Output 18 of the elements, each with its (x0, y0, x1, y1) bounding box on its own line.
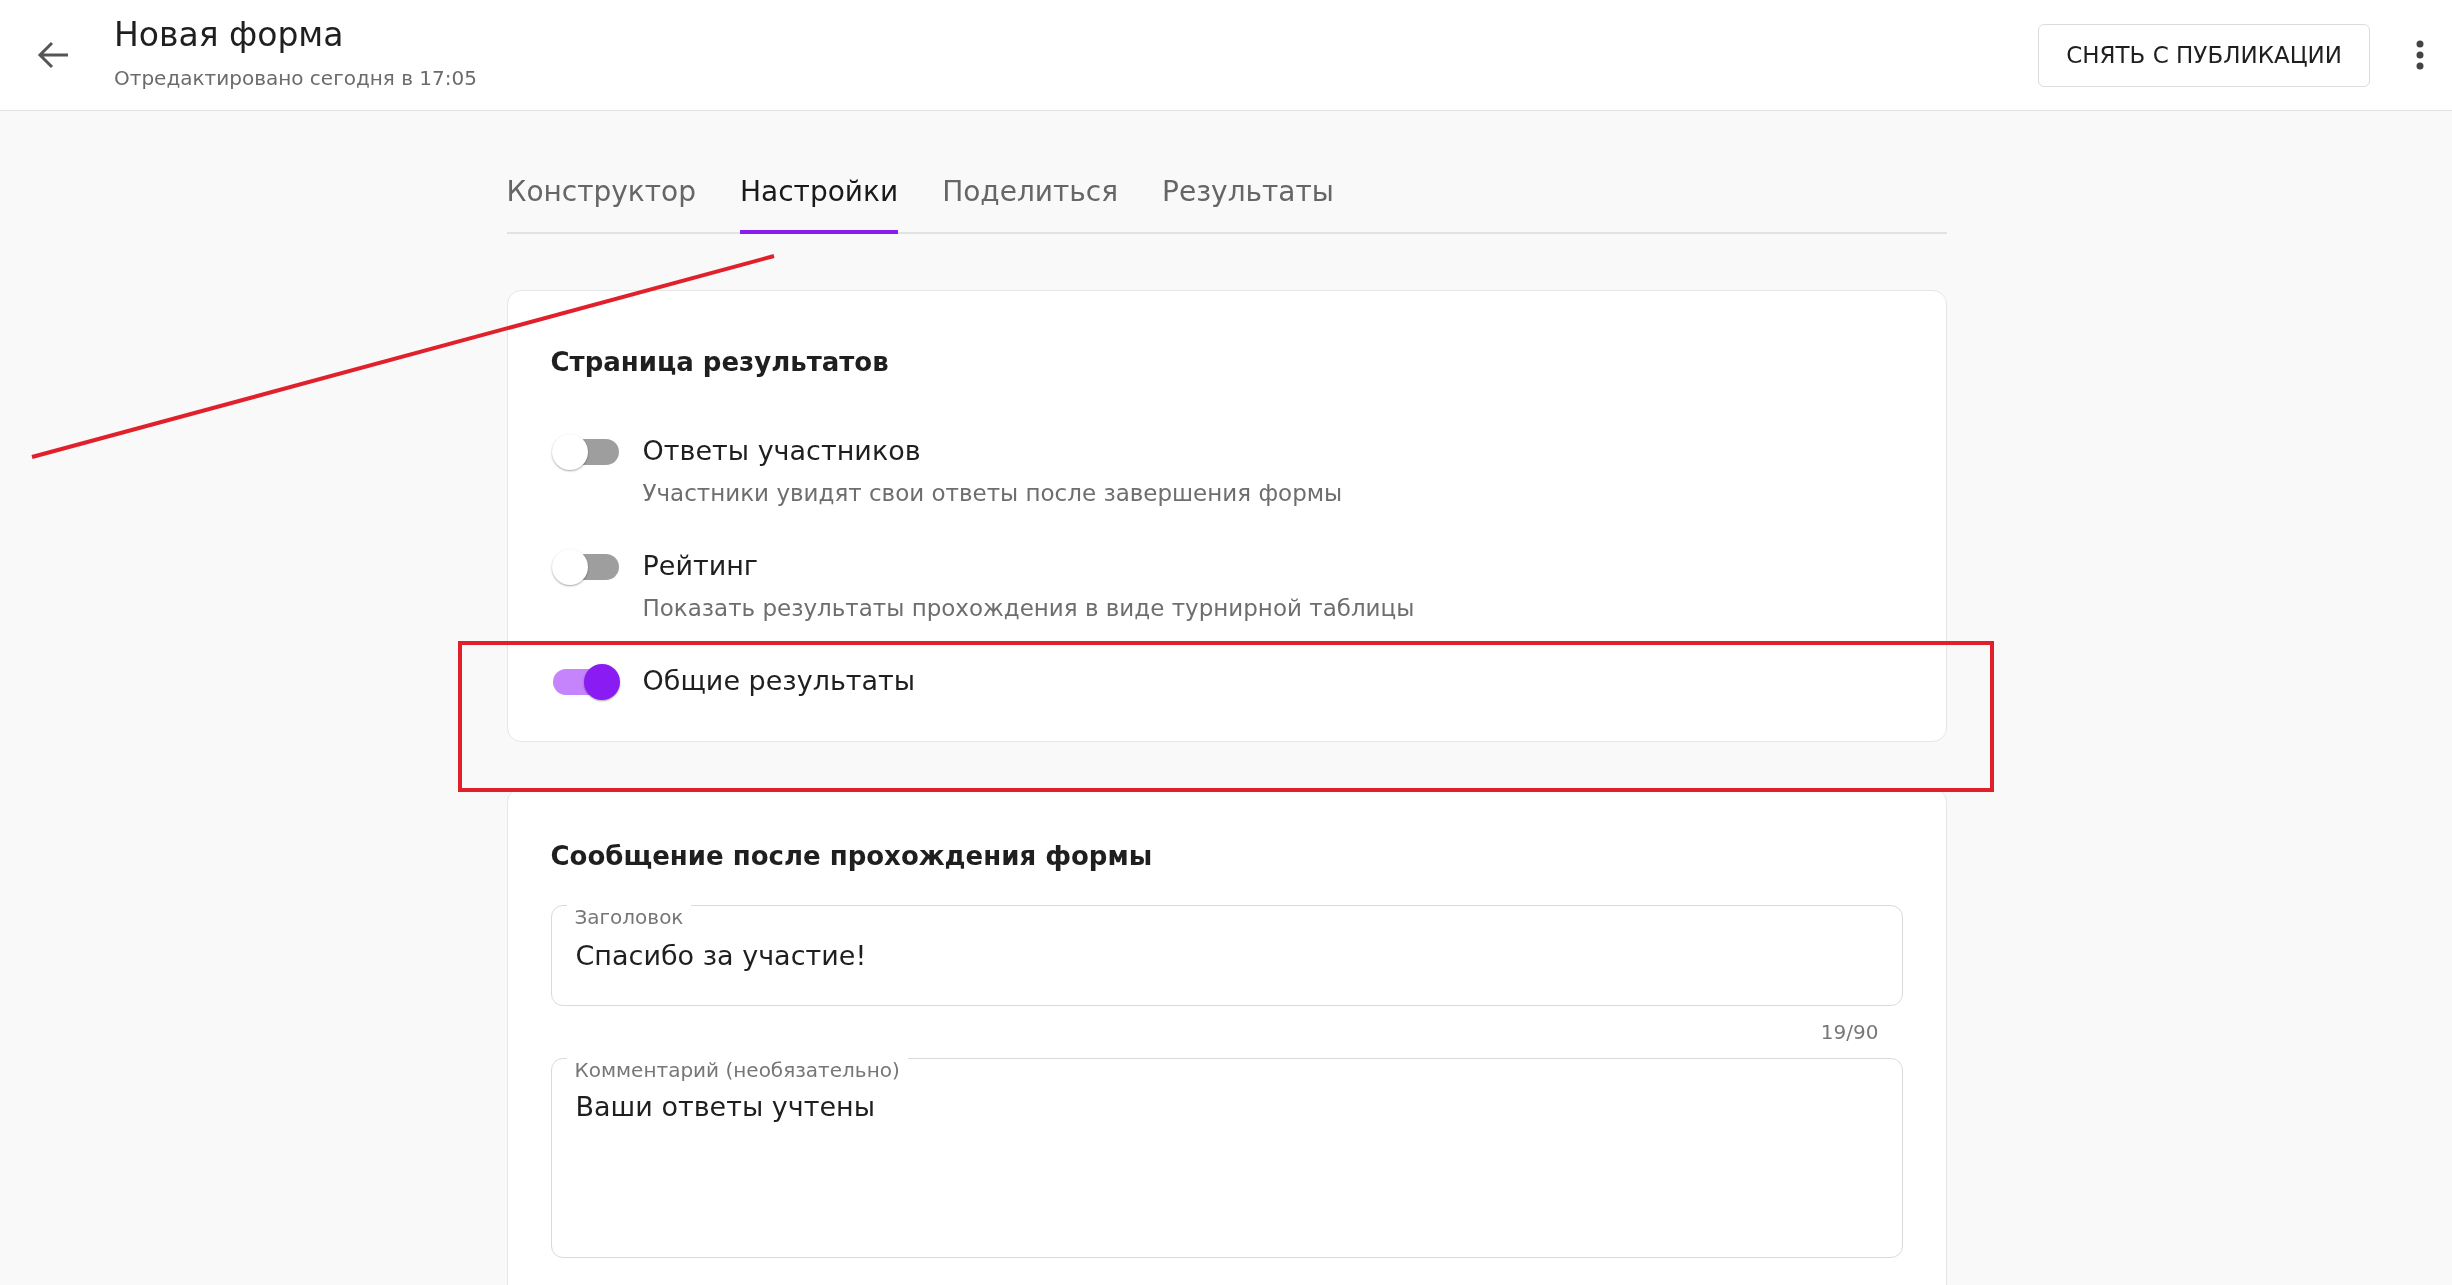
tab[interactable]: Настройки (740, 175, 899, 234)
toggle-switch[interactable] (550, 433, 621, 471)
option-label: Общие результаты (642, 665, 916, 696)
form-title: Новая форма (114, 14, 345, 54)
character-counter: 19/90 (1819, 1020, 1879, 1044)
edited-timestamp: Отредактировано сегодня в 17:05 (114, 65, 478, 90)
option-label: Ответы участников (642, 435, 922, 466)
field-label: Комментарий (необязательно) (566, 1058, 908, 1082)
option-label: Рейтинг (642, 550, 760, 581)
section-title: Сообщение после прохождения формы (550, 841, 1154, 871)
unpublish-button[interactable]: СНЯТЬ С ПУБЛИКАЦИИ (2038, 23, 2370, 87)
toggle-switch[interactable] (550, 548, 621, 586)
section-title: Страница результатов (550, 347, 890, 377)
option-description: Участники увидят свои ответы после завершения формы (642, 480, 1343, 506)
tab[interactable]: Поделиться (942, 175, 1119, 234)
tab[interactable]: Результаты (1162, 175, 1334, 234)
option-description: Показать результаты прохождения в виде турнирной таблицы (642, 595, 1415, 621)
tab[interactable]: Конструктор (506, 175, 696, 234)
